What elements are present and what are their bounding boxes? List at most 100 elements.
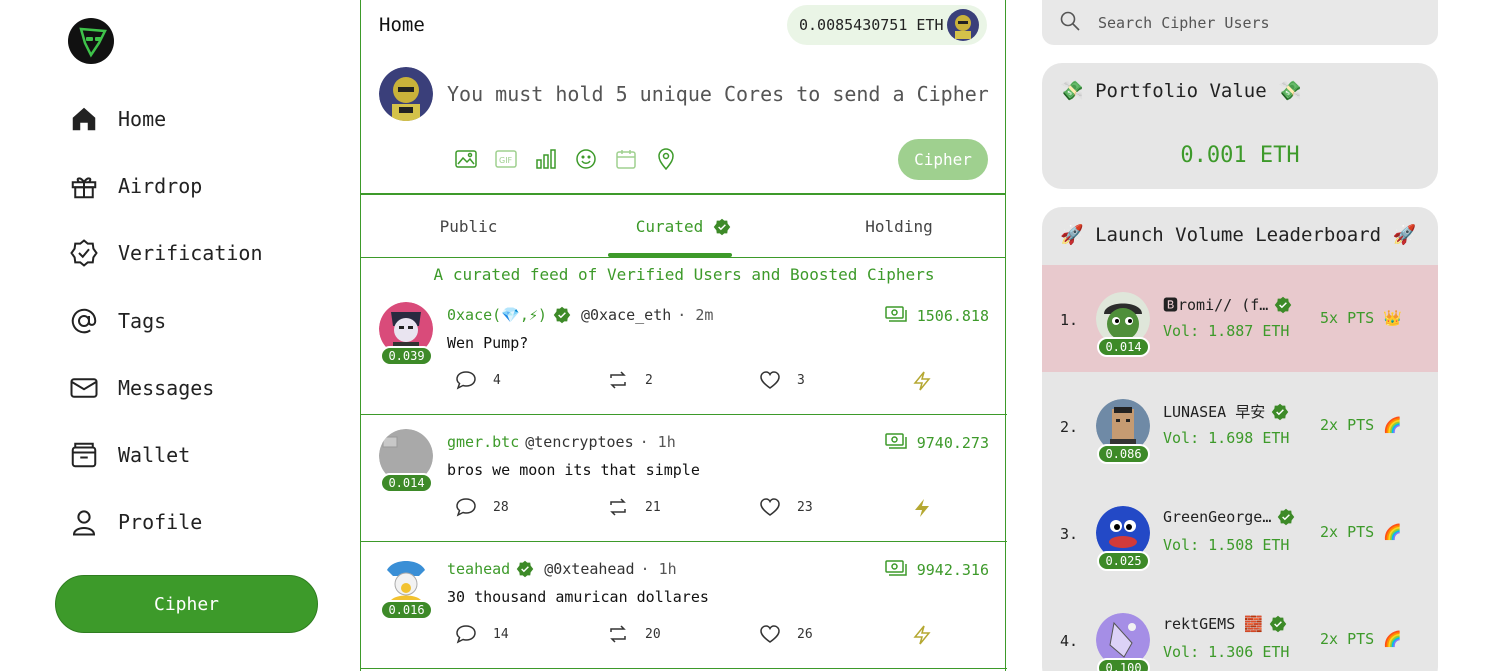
- sidebar-item-tags[interactable]: Tags: [68, 301, 166, 341]
- tab-public[interactable]: Public: [361, 195, 576, 258]
- repost-count: 2: [645, 372, 653, 388]
- portfolio-value: 0.001 ETH: [1180, 143, 1300, 168]
- leaderboard-volume: Vol: 1.698 ETH: [1163, 429, 1290, 447]
- post-header: gmer.btc @tencryptoes · 1h: [447, 433, 676, 451]
- left-sidebar: Home Airdrop Verification Tags Messages …: [0, 0, 360, 671]
- verified-check-icon: [1271, 403, 1289, 421]
- wallet-icon: [68, 439, 100, 471]
- post-value: 1506.818: [885, 306, 989, 326]
- post-body: bros we moon its that simple: [447, 461, 700, 479]
- at-sign-icon: [68, 305, 100, 337]
- repost-icon: [610, 625, 626, 643]
- holder-badge: 0.100: [1097, 658, 1150, 671]
- sidebar-item-wallet[interactable]: Wallet: [68, 435, 190, 475]
- avatar[interactable]: [947, 9, 979, 41]
- location-icon[interactable]: [655, 148, 677, 170]
- post-author-handle[interactable]: @0xteahead: [544, 560, 634, 578]
- post-value-amount: 9740.273: [916, 434, 989, 452]
- sidebar-item-verification[interactable]: Verification: [68, 233, 263, 273]
- like-button[interactable]: 3: [759, 370, 805, 390]
- holder-badge: 0.014: [380, 473, 433, 493]
- comment-icon: [456, 498, 476, 517]
- like-button[interactable]: 23: [759, 497, 813, 517]
- repost-button[interactable]: 20: [607, 624, 661, 644]
- gif-icon[interactable]: GIF: [495, 148, 517, 170]
- reply-button[interactable]: 14: [455, 624, 509, 644]
- compose-placeholder[interactable]: You must hold 5 unique Cores to send a C…: [447, 82, 989, 106]
- money-icon: [885, 433, 907, 453]
- feed-tabs: Public Curated Holding: [361, 195, 1005, 258]
- leaderboard-points: 2x PTS 🌈: [1320, 416, 1402, 434]
- eth-balance-pill[interactable]: 0.0085430751 ETH: [787, 5, 987, 45]
- page-title: Home: [379, 14, 425, 36]
- search-bar[interactable]: Search Cipher Users: [1042, 0, 1438, 45]
- sidebar-item-messages[interactable]: Messages: [68, 368, 214, 408]
- repost-icon: [610, 498, 626, 516]
- tab-label: Curated: [635, 217, 704, 236]
- leaderboard-user[interactable]: GreenGeorge…: [1163, 508, 1295, 526]
- sidebar-item-home[interactable]: Home: [68, 99, 166, 139]
- leaderboard-user-name: LUNASEA 早安: [1163, 403, 1266, 421]
- search-icon: [1060, 11, 1080, 35]
- sidebar-item-profile[interactable]: Profile: [68, 502, 202, 542]
- right-sidebar: Search Cipher Users 💸 Portfolio Value 💸 …: [1042, 0, 1438, 671]
- verified-badge-icon: [68, 237, 100, 269]
- send-cipher-button[interactable]: Cipher: [898, 139, 988, 180]
- tab-curated[interactable]: Curated: [576, 195, 791, 258]
- leaderboard-points: 2x PTS 🌈: [1320, 523, 1402, 541]
- sidebar-item-airdrop[interactable]: Airdrop: [68, 166, 202, 206]
- avatar[interactable]: [379, 67, 433, 121]
- verified-check-icon: [1277, 508, 1295, 526]
- leaderboard-user[interactable]: 🅱romi// (f…: [1163, 294, 1292, 315]
- verified-check-icon: [713, 218, 731, 236]
- post-author-handle[interactable]: @0xace_eth: [581, 306, 671, 324]
- leaderboard-rank: 4.: [1060, 632, 1079, 650]
- schedule-icon[interactable]: [615, 148, 637, 170]
- boost-button[interactable]: [911, 624, 933, 646]
- leaderboard-user[interactable]: LUNASEA 早安: [1163, 401, 1289, 422]
- cipher-button[interactable]: Cipher: [55, 575, 318, 633]
- leaderboard-row[interactable]: 1. 0.014 🅱romi// (f… Vol: 1.887 ETH 5x P…: [1042, 265, 1438, 372]
- poll-icon[interactable]: [535, 148, 557, 170]
- repost-button[interactable]: 21: [607, 497, 661, 517]
- comment-icon: [456, 625, 476, 644]
- logo-icon: [79, 27, 107, 58]
- tab-label: Holding: [865, 217, 933, 236]
- boost-button[interactable]: [911, 497, 933, 519]
- image-icon[interactable]: [455, 148, 477, 170]
- reply-button[interactable]: 4: [455, 370, 501, 390]
- leaderboard-rank: 1.: [1060, 311, 1079, 329]
- leaderboard-row[interactable]: 2. 0.086 LUNASEA 早安 Vol: 1.698 ETH 2x PT…: [1042, 372, 1438, 479]
- tab-label: Public: [439, 217, 498, 236]
- sidebar-item-label: Wallet: [118, 443, 191, 467]
- post[interactable]: 0.016 teahead @0xteahead · 1h 9942.316 3…: [361, 542, 1007, 669]
- post[interactable]: 0.039 0xace(💎,⚡) @0xace_eth · 2m 1506.81…: [361, 288, 1007, 415]
- leaderboard-user[interactable]: rektGEMS 🧱: [1163, 615, 1287, 633]
- active-tab-indicator: [608, 253, 732, 257]
- post-value: 9942.316: [885, 560, 989, 580]
- search-input[interactable]: Search Cipher Users: [1098, 14, 1270, 32]
- emoji-icon[interactable]: [575, 148, 597, 170]
- reply-button[interactable]: 28: [455, 497, 509, 517]
- post-actions: 14 20 26: [455, 624, 935, 648]
- boost-button[interactable]: [911, 370, 933, 392]
- portfolio-title: 💸 Portfolio Value 💸: [1060, 80, 1302, 102]
- post-author-name[interactable]: 0xace(💎,⚡): [447, 306, 547, 324]
- leaderboard-row[interactable]: 3. 0.025 GreenGeorge… Vol: 1.508 ETH 2x …: [1042, 479, 1438, 586]
- verified-check-icon: [553, 306, 571, 324]
- post-author-handle[interactable]: @tencryptoes: [525, 433, 633, 451]
- holder-badge: 0.039: [380, 346, 433, 366]
- post-author-name[interactable]: teahead: [447, 560, 510, 578]
- post-author-name[interactable]: gmer.btc: [447, 433, 519, 451]
- repost-button[interactable]: 2: [607, 370, 653, 390]
- leaderboard-row[interactable]: 4. 0.100 rektGEMS 🧱 Vol: 1.306 ETH 2x PT…: [1042, 586, 1438, 671]
- app-logo[interactable]: [68, 18, 114, 64]
- leaderboard-card: 🚀 Launch Volume Leaderboard 🚀 1. 0.014 🅱…: [1042, 207, 1438, 671]
- like-button[interactable]: 26: [759, 624, 813, 644]
- post[interactable]: 0.014 gmer.btc @tencryptoes · 1h 9740.27…: [361, 415, 1007, 542]
- verified-check-icon: [1269, 615, 1287, 633]
- reply-count: 4: [493, 372, 501, 388]
- user-icon: [68, 506, 100, 538]
- portfolio-card: 💸 Portfolio Value 💸 0.001 ETH: [1042, 63, 1438, 189]
- tab-holding[interactable]: Holding: [791, 195, 1007, 258]
